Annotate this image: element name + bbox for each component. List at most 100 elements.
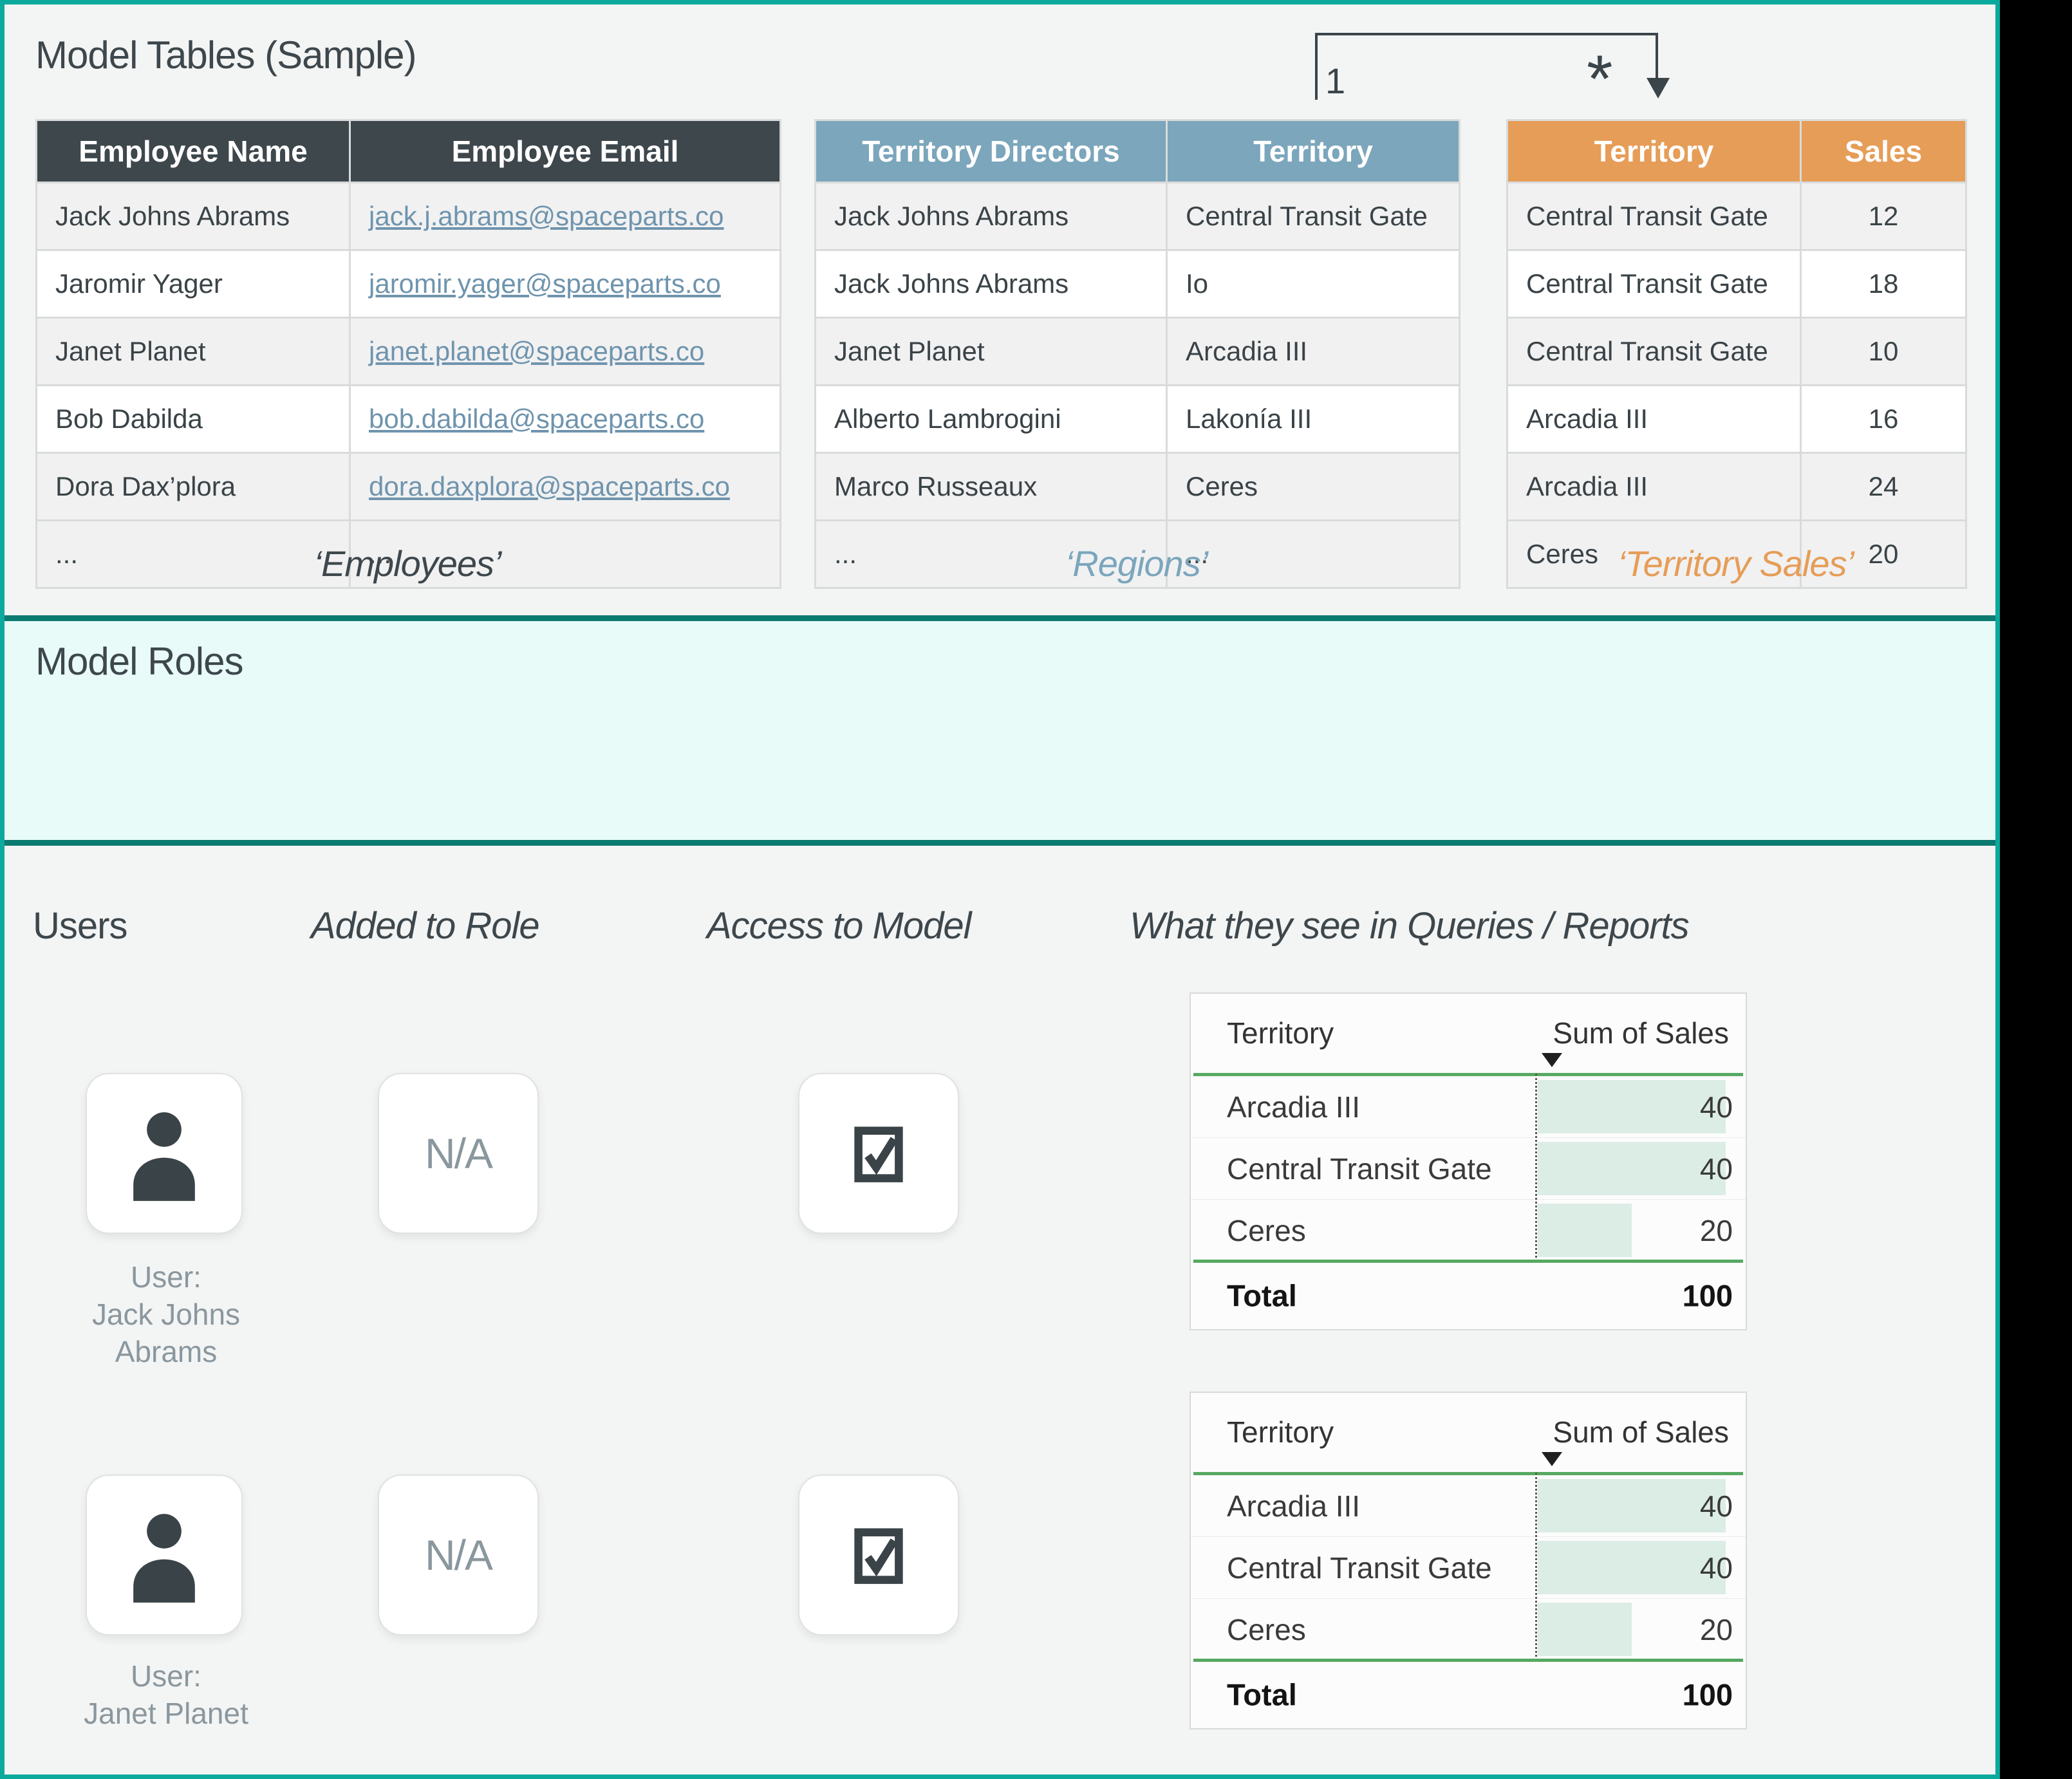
report-row-value: 20 (1700, 1612, 1733, 1647)
model-roles-title: Model Roles (35, 639, 1995, 684)
table-cell: 10 (1801, 318, 1966, 386)
table-cell: Janet Planet (816, 318, 1167, 386)
column-header: Employee Name (37, 120, 350, 183)
data-bar (1538, 1541, 1726, 1594)
report-row: Central Transit Gate40 (1191, 1138, 1746, 1200)
report-row-value: 20 (1700, 1213, 1733, 1248)
report-row-label: Central Transit Gate (1227, 1551, 1492, 1585)
total-value: 100 (1683, 1677, 1733, 1712)
users-header: Users (33, 904, 127, 947)
checkbox-checked-icon (848, 1516, 910, 1594)
sort-descending-icon (1542, 1452, 1562, 1466)
report-rows: Arcadia III40Central Transit Gate40Ceres… (1191, 1475, 1746, 1660)
table-cell: 16 (1801, 386, 1966, 453)
checkbox-checked-icon (848, 1115, 910, 1193)
table-cell: Bob Dabilda (37, 386, 350, 453)
report-row-label: Ceres (1227, 1213, 1306, 1248)
table-cell: Io (1167, 250, 1460, 318)
table-row: Central Transit Gate18 (1507, 250, 1966, 318)
table-cell: Ceres (1167, 453, 1460, 521)
access-granted-card (798, 1073, 959, 1234)
na-label: N/A (425, 1129, 492, 1178)
table-cell: Janet Planet (37, 318, 350, 386)
territory-sales-caption: ‘Territory Sales’ (1506, 543, 1965, 584)
column-header: Employee Email (350, 120, 781, 183)
table-cell: jaromir.yager@spaceparts.co (350, 250, 781, 318)
relationship-many-label: * (1587, 46, 1612, 113)
report-row-label: Central Transit Gate (1227, 1151, 1492, 1186)
table-cell: Alberto Lambrogini (816, 386, 1167, 453)
table-cell: Marco Russeaux (816, 453, 1167, 521)
data-bar (1538, 1204, 1632, 1257)
table-row: Marco RusseauxCeres (816, 453, 1460, 521)
report-row: Central Transit Gate 40 (1191, 1537, 1746, 1599)
table-cell: Arcadia III (1507, 453, 1801, 521)
sort-descending-icon (1542, 1053, 1562, 1067)
user-card (86, 1475, 243, 1635)
table-cell: Central Transit Gate (1507, 250, 1801, 318)
column-header: Territory Directors (816, 120, 1167, 183)
access-granted-card (798, 1475, 959, 1635)
report-rows: Arcadia III40Central Transit Gate40Ceres… (1191, 1076, 1746, 1261)
report-matrix: Territory Sum of Sales Arcadia III40Cent… (1190, 992, 1747, 1330)
table-cell: 24 (1801, 453, 1966, 521)
data-bar (1538, 1142, 1726, 1195)
person-icon (119, 1103, 209, 1204)
table-cell: Dora Dax’plora (37, 453, 350, 521)
regions-caption: ‘Regions’ (814, 543, 1459, 584)
relationship-one-label: 1 (1325, 60, 1345, 102)
table-header-row: Employee NameEmployee Email (37, 120, 781, 183)
table-header-row: TerritorySales (1507, 120, 1966, 183)
report-row-value: 40 (1700, 1090, 1733, 1124)
report-matrix: Territory Sum of Sales Arcadia III40Cent… (1190, 1392, 1747, 1729)
total-label: Total (1227, 1677, 1297, 1712)
report-row-label: Arcadia III (1227, 1489, 1360, 1523)
diagram-canvas: Model Tables (Sample) Employee NameEmplo… (0, 0, 2000, 1779)
table-row: Janet Planet janet.planet@spaceparts.co (37, 318, 781, 386)
territory-sales-table: TerritorySalesCentral Transit Gate12Cent… (1506, 119, 1967, 589)
table-cell: Jack Johns Abrams (816, 250, 1167, 318)
table-row: Alberto LambroginiLakonía III (816, 386, 1460, 453)
table-row: Central Transit Gate10 (1507, 318, 1966, 386)
table-row: Jack Johns AbramsIo (816, 250, 1460, 318)
table-row: Jack Johns AbramsCentral Transit Gate (816, 183, 1460, 250)
column-divider (1535, 1473, 1537, 1661)
table-cell: Lakonía III (1167, 386, 1460, 453)
email-link[interactable]: bob.dabilda@spaceparts.co (369, 404, 704, 434)
table-row: Jaromir Yager jaromir.yager@spaceparts.co (37, 250, 781, 318)
table-cell: Central Transit Gate (1507, 318, 1801, 386)
table-cell: jack.j.abrams@spaceparts.co (350, 183, 781, 250)
report-sum-of-sales-column-header: Sum of Sales (1553, 1016, 1729, 1050)
employees-table: Employee NameEmployee EmailJack Johns Ab… (35, 119, 781, 589)
table-row: Janet PlanetArcadia III (816, 318, 1460, 386)
table-row: Dora Dax’plora dora.daxplora@spaceparts.c… (37, 453, 781, 521)
table-row: Arcadia III24 (1507, 453, 1966, 521)
table-row: Central Transit Gate12 (1507, 183, 1966, 250)
email-link[interactable]: janet.planet@spaceparts.co (369, 336, 704, 366)
table-cell: Jaromir Yager (37, 250, 350, 318)
model-roles-band: Model Roles (5, 615, 1995, 846)
person-icon (119, 1505, 209, 1606)
report-territory-column-header: Territory (1227, 1016, 1334, 1050)
data-bar (1538, 1479, 1726, 1532)
table-cell: Arcadia III (1507, 386, 1801, 453)
employees-caption: ‘Employees’ (35, 543, 779, 584)
table-cell: Arcadia III (1167, 318, 1460, 386)
column-header: Territory (1167, 120, 1460, 183)
added-to-role-card: N/A (378, 1475, 539, 1635)
report-row: Ceres 20 (1191, 1200, 1746, 1261)
user-card (86, 1073, 243, 1234)
report-row: Ceres 20 (1191, 1599, 1746, 1660)
table-cell: Jack Johns Abrams (37, 183, 350, 250)
report-row-label: Ceres (1227, 1612, 1306, 1647)
table-cell: Central Transit Gate (1167, 183, 1460, 250)
total-value: 100 (1683, 1278, 1733, 1313)
email-link[interactable]: jaromir.yager@spaceparts.co (369, 268, 721, 299)
report-row-value: 40 (1700, 1551, 1733, 1585)
email-link[interactable]: jack.j.abrams@spaceparts.co (369, 201, 724, 231)
table-row: Arcadia III16 (1507, 386, 1966, 453)
na-label: N/A (425, 1531, 492, 1579)
email-link[interactable]: dora.daxplora@spaceparts.co (369, 471, 730, 501)
column-header: Territory (1507, 120, 1801, 183)
user-caption: User:Janet Planet (21, 1657, 311, 1732)
